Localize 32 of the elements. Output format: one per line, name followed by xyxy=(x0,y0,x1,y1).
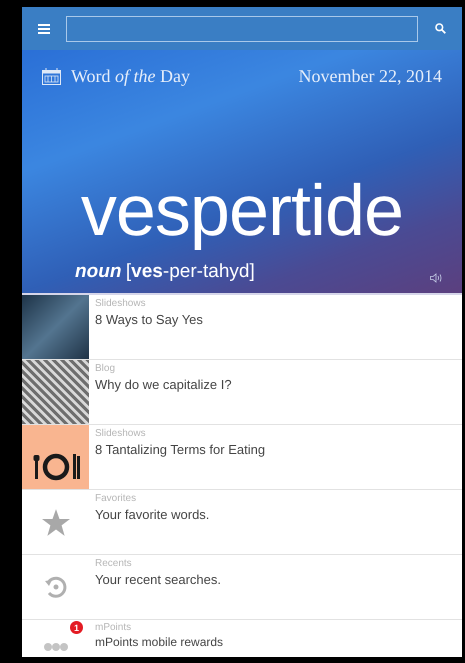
search-field[interactable] xyxy=(66,16,418,42)
list-item[interactable]: 1 mPoints mPoints mobile rewards xyxy=(22,620,462,656)
part-of-speech: noun xyxy=(75,261,122,282)
item-category: Favorites xyxy=(95,493,138,504)
history-icon xyxy=(44,575,68,599)
star-icon xyxy=(42,508,70,536)
list-item[interactable]: Favorites Your favorite words. xyxy=(22,490,462,555)
item-title: Why do we capitalize I? xyxy=(95,377,232,392)
list-item[interactable]: Blog Why do we capitalize I? xyxy=(22,360,462,425)
list-item[interactable]: Slideshows 8 Ways to Say Yes xyxy=(22,295,462,360)
item-title: mPoints mobile rewards xyxy=(95,635,224,649)
item-title: Your favorite words. xyxy=(95,507,210,522)
photo-placeholder xyxy=(22,360,89,424)
photo-placeholder xyxy=(22,295,89,359)
list-item[interactable]: Recents Your recent searches. xyxy=(22,555,462,620)
reward-icon xyxy=(42,642,68,652)
item-category: Recents xyxy=(95,558,133,569)
date: November 22, 2014 xyxy=(298,66,442,87)
speaker-icon[interactable] xyxy=(430,273,442,283)
item-category: Blog xyxy=(95,363,116,374)
list-item[interactable]: Slideshows 8 Tantalizing Terms for Eating xyxy=(22,425,462,490)
item-title: Your recent searches. xyxy=(95,572,221,587)
pronunciation: [ves-per-tahyd] xyxy=(126,261,255,282)
item-category: mPoints xyxy=(95,622,132,633)
item-category: Slideshows xyxy=(95,298,147,309)
notification-badge: 1 xyxy=(70,621,83,634)
item-title: 8 Tantalizing Terms for Eating xyxy=(95,442,266,457)
item-category: Slideshows xyxy=(95,428,147,439)
word-of-the-day-title: Word of the Day xyxy=(71,66,190,87)
calendar-icon xyxy=(42,68,61,85)
plate-and-cutlery-icon xyxy=(22,425,89,489)
item-title: 8 Ways to Say Yes xyxy=(95,312,203,327)
